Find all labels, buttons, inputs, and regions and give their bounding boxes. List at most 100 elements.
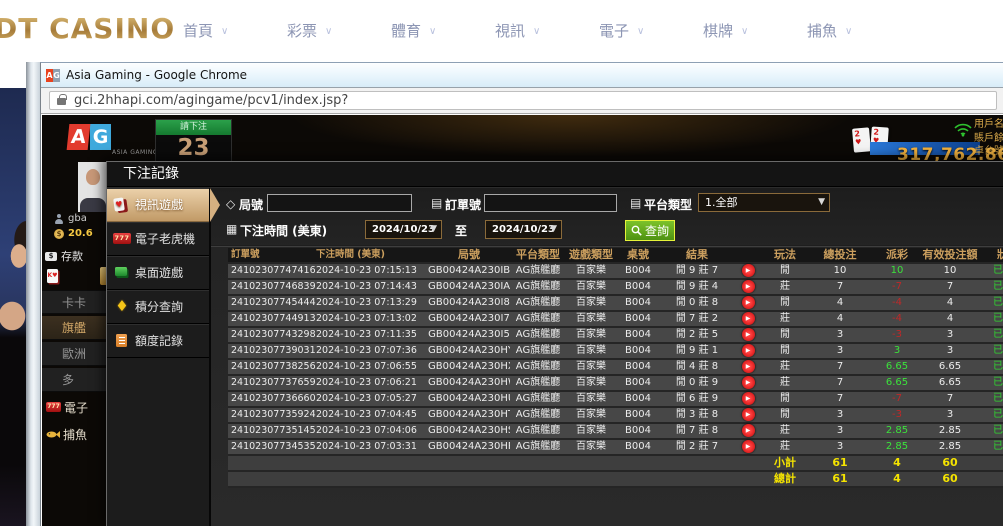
table-cell-platform: AG旗艦廳 bbox=[510, 407, 566, 423]
table-cell-time: 2024-10-23 07:11:35 bbox=[316, 327, 428, 343]
table-cell-round: GB00424A230HY bbox=[428, 343, 510, 359]
ag-side-item-5[interactable]: 捕魚 bbox=[42, 424, 106, 444]
round-label: 局號 bbox=[239, 196, 263, 213]
platform-select[interactable]: 1.全部▼ bbox=[698, 193, 830, 212]
table-header-cell: 派彩 bbox=[872, 247, 922, 263]
video-game-category[interactable]: K♥ bbox=[47, 269, 58, 283]
ag-side-item-3[interactable]: 多 bbox=[42, 368, 106, 392]
play-video-button[interactable]: ▶ bbox=[742, 360, 755, 373]
table-cell-bet: 7 bbox=[808, 375, 872, 391]
table-cell-status: 已派彩 bbox=[978, 343, 1003, 359]
table-cell-_play: ▶ bbox=[734, 423, 762, 439]
nav-item-4[interactable]: 電子∨ bbox=[582, 20, 686, 41]
table-cell-_play: ▶ bbox=[734, 439, 762, 455]
table-row: 2410230773903182024-10-23 07:07:36GB0042… bbox=[228, 344, 1003, 360]
table-cell-result: 閒 6 莊 9 bbox=[660, 391, 734, 407]
nav-item-5[interactable]: 棋牌∨ bbox=[686, 20, 790, 41]
table-row: 2410230773453562024-10-23 07:03:31GB0042… bbox=[228, 440, 1003, 456]
play-video-button[interactable]: ▶ bbox=[742, 392, 755, 405]
table-cell-round: GB00424A230IB bbox=[428, 263, 510, 279]
platform-label: 平台類型 bbox=[644, 196, 692, 213]
table-cell-round: GB00424A230HX bbox=[428, 359, 510, 375]
slot-777-icon: 777 bbox=[46, 402, 61, 412]
deposit-button[interactable]: $ 存款 bbox=[45, 248, 83, 264]
nav-item-6[interactable]: 捕魚∨ bbox=[790, 20, 894, 41]
sidebar-item-0[interactable]: 視訊遊戲 bbox=[107, 188, 209, 222]
table-cell-order: 241023077468391 bbox=[228, 279, 316, 295]
play-video-button[interactable]: ▶ bbox=[742, 344, 755, 357]
dropdown-arrow-icon: ▼ bbox=[818, 194, 825, 211]
table-cell-platform: AG旗艦廳 bbox=[510, 263, 566, 279]
table-cell-platform: AG旗艦廳 bbox=[510, 295, 566, 311]
table-cell-round: GB00424A230HU bbox=[428, 391, 510, 407]
table-header-cell: 有效投注額 bbox=[922, 247, 978, 263]
table-cell-status: 已派彩 bbox=[978, 295, 1003, 311]
table-cell-table: B004 bbox=[616, 343, 660, 359]
table-cell-result: 閒 4 莊 8 bbox=[660, 359, 734, 375]
sidebar-item-4[interactable]: 額度記錄 bbox=[107, 324, 209, 358]
url-bar: gci.2hhapi.com/agingame/pcv1/index.jsp? bbox=[41, 88, 1003, 114]
sidebar-item-2[interactable]: 桌面遊戲 bbox=[107, 256, 209, 290]
play-video-button[interactable]: ▶ bbox=[742, 328, 755, 341]
table-cell-bet: 4 bbox=[808, 295, 872, 311]
table-cell-table: B004 bbox=[616, 311, 660, 327]
table-cell-play: 閒 bbox=[762, 391, 808, 407]
footer-cell: 總計 bbox=[762, 471, 808, 487]
ag-side-item-2[interactable]: 歐洲 bbox=[42, 342, 106, 366]
table-cell-payout: -4 bbox=[872, 295, 922, 311]
nav-item-1[interactable]: 彩票∨ bbox=[270, 20, 374, 41]
nav-item-0[interactable]: 首頁∨ bbox=[166, 20, 270, 41]
table-cell-game: 百家樂 bbox=[566, 359, 616, 375]
ag-side-item-4[interactable]: 777電子 bbox=[42, 397, 106, 417]
play-video-button[interactable]: ▶ bbox=[742, 424, 755, 437]
play-video-button[interactable]: ▶ bbox=[742, 312, 755, 325]
table-cell-platform: AG旗艦廳 bbox=[510, 343, 566, 359]
play-video-button[interactable]: ▶ bbox=[742, 408, 755, 421]
panel-title: 下注記錄 bbox=[107, 162, 1003, 187]
nav-item-label: 首頁 bbox=[183, 20, 213, 41]
sidebar-item-label: 視訊遊戲 bbox=[135, 196, 183, 213]
round-input[interactable] bbox=[267, 194, 412, 212]
table-cell-_play: ▶ bbox=[734, 391, 762, 407]
table-cell-status: 已派彩 bbox=[978, 391, 1003, 407]
ag-side-item-1[interactable]: 旗艦 bbox=[42, 316, 106, 340]
table-cell-play: 莊 bbox=[762, 279, 808, 295]
order-input[interactable] bbox=[484, 194, 617, 212]
sidebar-item-label: 桌面遊戲 bbox=[135, 264, 183, 281]
table-row: 2410230774544482024-10-23 07:13:29GB0042… bbox=[228, 296, 1003, 312]
table-cell-bet: 3 bbox=[808, 439, 872, 455]
table-row: 2410230773765982024-10-23 07:06:21GB0042… bbox=[228, 376, 1003, 392]
play-video-button[interactable]: ▶ bbox=[742, 280, 755, 293]
table-row: 2410230774491332024-10-23 07:13:02GB0042… bbox=[228, 312, 1003, 328]
table-cell-platform: AG旗艦廳 bbox=[510, 375, 566, 391]
date-from-select[interactable]: 2024/10/23▼ bbox=[365, 220, 442, 239]
search-button[interactable]: 查詢 bbox=[625, 220, 675, 241]
table-cell-table: B004 bbox=[616, 407, 660, 423]
play-video-button[interactable]: ▶ bbox=[742, 376, 755, 389]
url-input[interactable]: gci.2hhapi.com/agingame/pcv1/index.jsp? bbox=[49, 91, 997, 110]
table-cell-time: 2024-10-23 07:13:02 bbox=[316, 311, 428, 327]
sidebar-item-3[interactable]: ♦積分查詢 bbox=[107, 290, 209, 324]
table-cell-platform: AG旗艦廳 bbox=[510, 311, 566, 327]
nav-item-2[interactable]: 體育∨ bbox=[374, 20, 478, 41]
footer-cell: 4 bbox=[872, 455, 922, 471]
info-label: 賬戶餘 bbox=[974, 132, 1003, 146]
bet-table: 訂單號下注時間 (美東)局號平台類型遊戲類型桌號結果玩法總投注派彩有效投注額狀態… bbox=[228, 248, 1003, 488]
table-header-cell: 局號 bbox=[428, 247, 510, 263]
play-video-button[interactable]: ▶ bbox=[742, 296, 755, 309]
ag-side-item-0[interactable]: 卡卡 bbox=[42, 290, 106, 314]
nav-item-3[interactable]: 視訊∨ bbox=[478, 20, 582, 41]
play-video-button[interactable]: ▶ bbox=[742, 440, 755, 453]
user-balance: 20.6 bbox=[68, 228, 93, 239]
window-titlebar[interactable]: AG Asia Gaming - Google Chrome bbox=[41, 63, 1003, 88]
table-cell-time: 2024-10-23 07:06:21 bbox=[316, 375, 428, 391]
fish-icon bbox=[46, 430, 60, 439]
play-video-button[interactable]: ▶ bbox=[742, 264, 755, 277]
sidebar-item-1[interactable]: 777電子老虎機 bbox=[107, 222, 209, 256]
table-cell-valid: 7 bbox=[922, 391, 978, 407]
table-cell-platform: AG旗艦廳 bbox=[510, 439, 566, 455]
date-to-select[interactable]: 2024/10/23▼ bbox=[485, 220, 562, 239]
chevron-down-icon: ∨ bbox=[845, 26, 852, 37]
table-cell-_play: ▶ bbox=[734, 295, 762, 311]
table-header-cell: 遊戲類型 bbox=[566, 247, 616, 263]
